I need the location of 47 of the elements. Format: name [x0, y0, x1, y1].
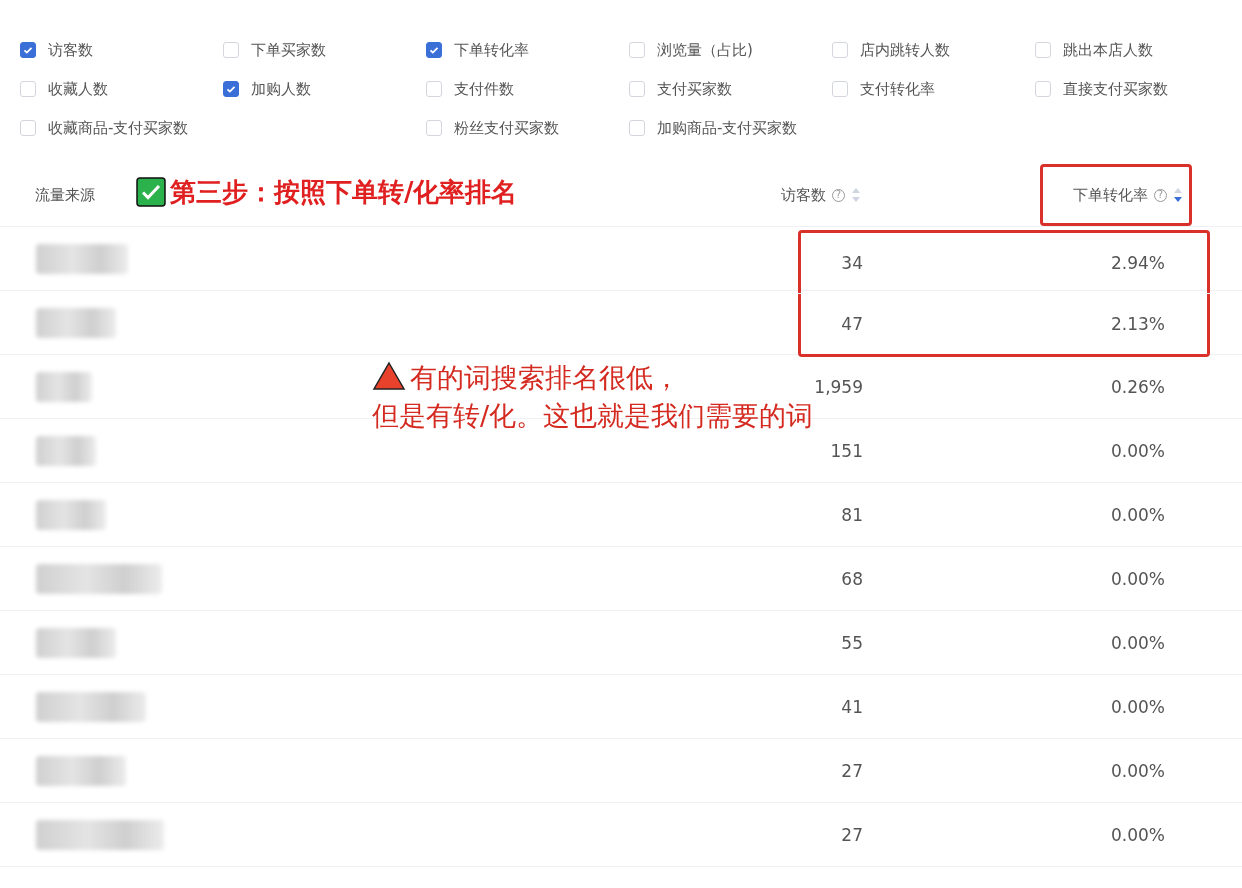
- column-header[interactable]: 访客数: [781, 185, 826, 205]
- checkbox-label[interactable]: 跳出本店人数: [1063, 40, 1153, 60]
- table-cell-text: 55: [840, 632, 863, 653]
- table-cell-text: 1,959: [813, 376, 863, 397]
- checkbox-label[interactable]: 支付买家数: [657, 79, 732, 99]
- table-cell-text: 0.00%: [1110, 440, 1165, 461]
- checkbox-label[interactable]: 店内跳转人数: [860, 40, 950, 60]
- column-header: 流量来源: [35, 185, 95, 205]
- check-mark-icon: [136, 177, 166, 207]
- checkbox-label[interactable]: 直接支付买家数: [1063, 79, 1168, 99]
- checkbox-label[interactable]: 加购商品-支付买家数: [657, 118, 798, 138]
- table-cell-text: 0.00%: [1110, 696, 1165, 717]
- checkbox-label[interactable]: 加购人数: [251, 79, 311, 99]
- checkbox[interactable]: [20, 42, 36, 58]
- table-cell-text: 81: [840, 504, 863, 525]
- table-cell-text: 27: [840, 760, 863, 781]
- checkbox-label[interactable]: 粉丝支付买家数: [454, 118, 559, 138]
- sort-icon[interactable]: [1173, 187, 1183, 203]
- column-header[interactable]: 下单转化率: [1073, 185, 1148, 205]
- checkbox-label[interactable]: 访客数: [48, 40, 93, 60]
- checkbox-label[interactable]: 收藏商品-支付买家数: [48, 118, 189, 138]
- table-cell-text: 0.00%: [1110, 504, 1165, 525]
- checkbox-label[interactable]: 收藏人数: [48, 79, 108, 99]
- table-cell-text: 47: [840, 314, 863, 334]
- table-cell-text: 34: [840, 253, 863, 273]
- annotation-text: 但是有转/化。这也就是我们需要的词: [372, 399, 814, 433]
- step-annotation: 第三步：按照下单转/化率排名: [170, 175, 518, 209]
- table-cell-text: 151: [829, 440, 863, 461]
- table-cell-text: 0.00%: [1110, 568, 1165, 589]
- table-cell-text: 41: [840, 696, 863, 717]
- table-cell-text: 0.00%: [1110, 760, 1165, 781]
- checkbox[interactable]: [426, 42, 442, 58]
- table-cell-text: 27: [840, 824, 863, 845]
- warning-triangle-icon: [372, 361, 406, 391]
- checkbox-label[interactable]: 下单转化率: [454, 40, 529, 60]
- annotation-text: 有的词搜索排名很低，: [410, 361, 681, 395]
- table-cell-text: 0.00%: [1110, 632, 1165, 653]
- table-cell-text: 2.13%: [1110, 314, 1165, 334]
- checkbox[interactable]: [223, 81, 239, 97]
- checkbox-label[interactable]: 支付件数: [454, 79, 514, 99]
- checkbox-label[interactable]: 支付转化率: [860, 79, 935, 99]
- table-cell-text: 0.26%: [1110, 376, 1165, 397]
- checkbox-label[interactable]: 浏览量（占比): [657, 40, 753, 60]
- table-cell-text: 2.94%: [1110, 253, 1165, 273]
- table-cell-text: 68: [840, 568, 863, 589]
- checkbox-label[interactable]: 下单买家数: [251, 40, 326, 60]
- table-cell-text: 0.00%: [1110, 824, 1165, 845]
